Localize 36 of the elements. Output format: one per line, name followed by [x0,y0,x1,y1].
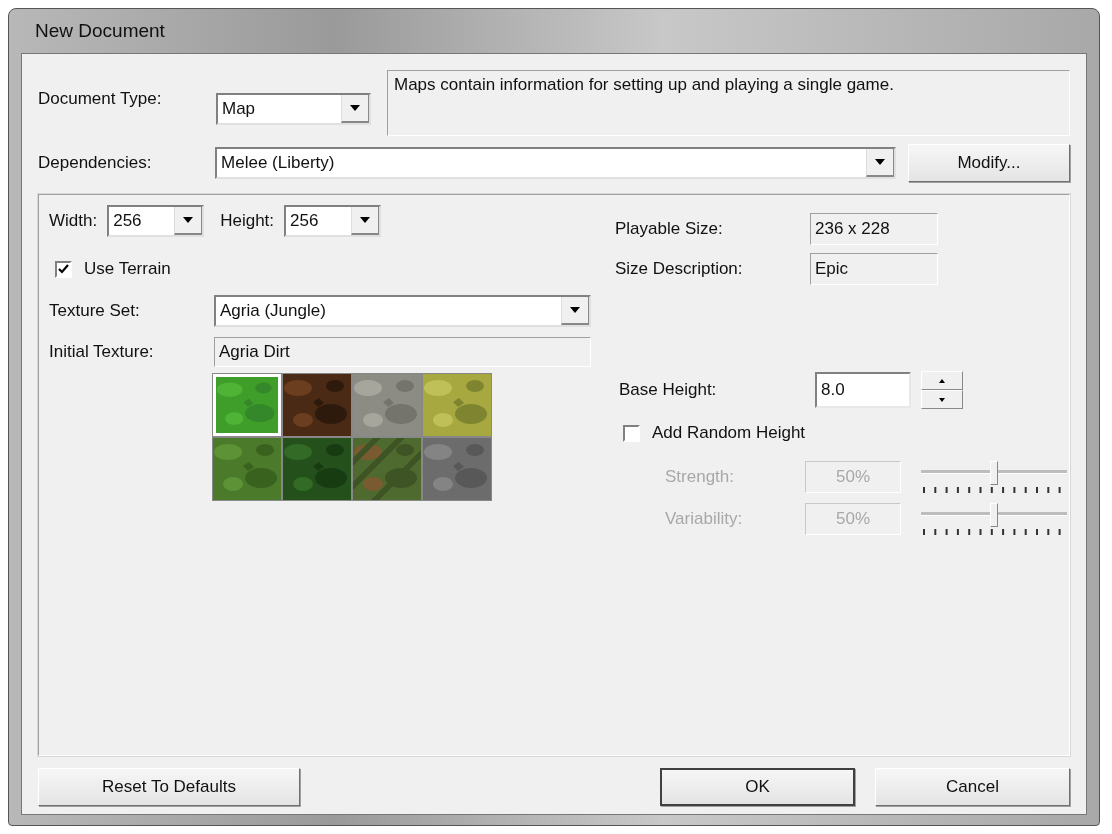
modify-button[interactable]: Modify... [907,144,1070,182]
description-text: Maps contain information for setting up and playing a single game. [387,70,1070,136]
field-label: Dependencies: [38,153,153,173]
field-label: Size Description: [615,259,744,279]
ok-button[interactable]: OK [660,768,855,806]
field-label: Strength: [665,467,735,487]
field-label: Base Height: [619,380,718,400]
caret-icon [183,217,194,223]
playable-size-field: 236 x 228 [810,213,938,245]
caret-icon [360,217,371,223]
base-height-field[interactable]: 8.0 [815,372,911,408]
window-title: New Document [34,19,166,43]
field-label: Variability: [665,509,744,529]
spin-buttons[interactable] [921,371,963,409]
field-label: Width: [49,211,98,231]
size-description-field: Epic [810,253,938,285]
percent-field: 50% [805,461,901,493]
texture-set-dropdown[interactable]: Agria (Jungle) [214,295,591,327]
field-label: Document Type: [38,89,163,109]
field-label: Initial Texture: [49,342,155,362]
percent-field: 50% [805,503,901,535]
caret-icon [570,307,580,313]
field-label: Height: [220,211,275,231]
initial-texture-field: Agria Dirt [214,337,591,367]
add-random-height-checkbox[interactable]: Add Random Height [623,423,1067,443]
field-label: Playable Size: [615,219,724,239]
width-dropdown[interactable]: 256 [107,205,205,237]
caret-icon [350,105,360,111]
reset-button[interactable]: Reset To Defaults [38,768,300,806]
document-type-dropdown[interactable]: Map [216,93,371,125]
use-terrain-checkbox[interactable]: Use Terrain [55,259,591,279]
caret-icon [874,159,885,165]
cancel-button[interactable]: Cancel [875,768,1070,806]
field-label: Texture Set: [49,301,141,321]
height-dropdown[interactable]: 256 [284,205,382,237]
dependencies-dropdown[interactable]: Melee (Liberty) [215,147,896,179]
